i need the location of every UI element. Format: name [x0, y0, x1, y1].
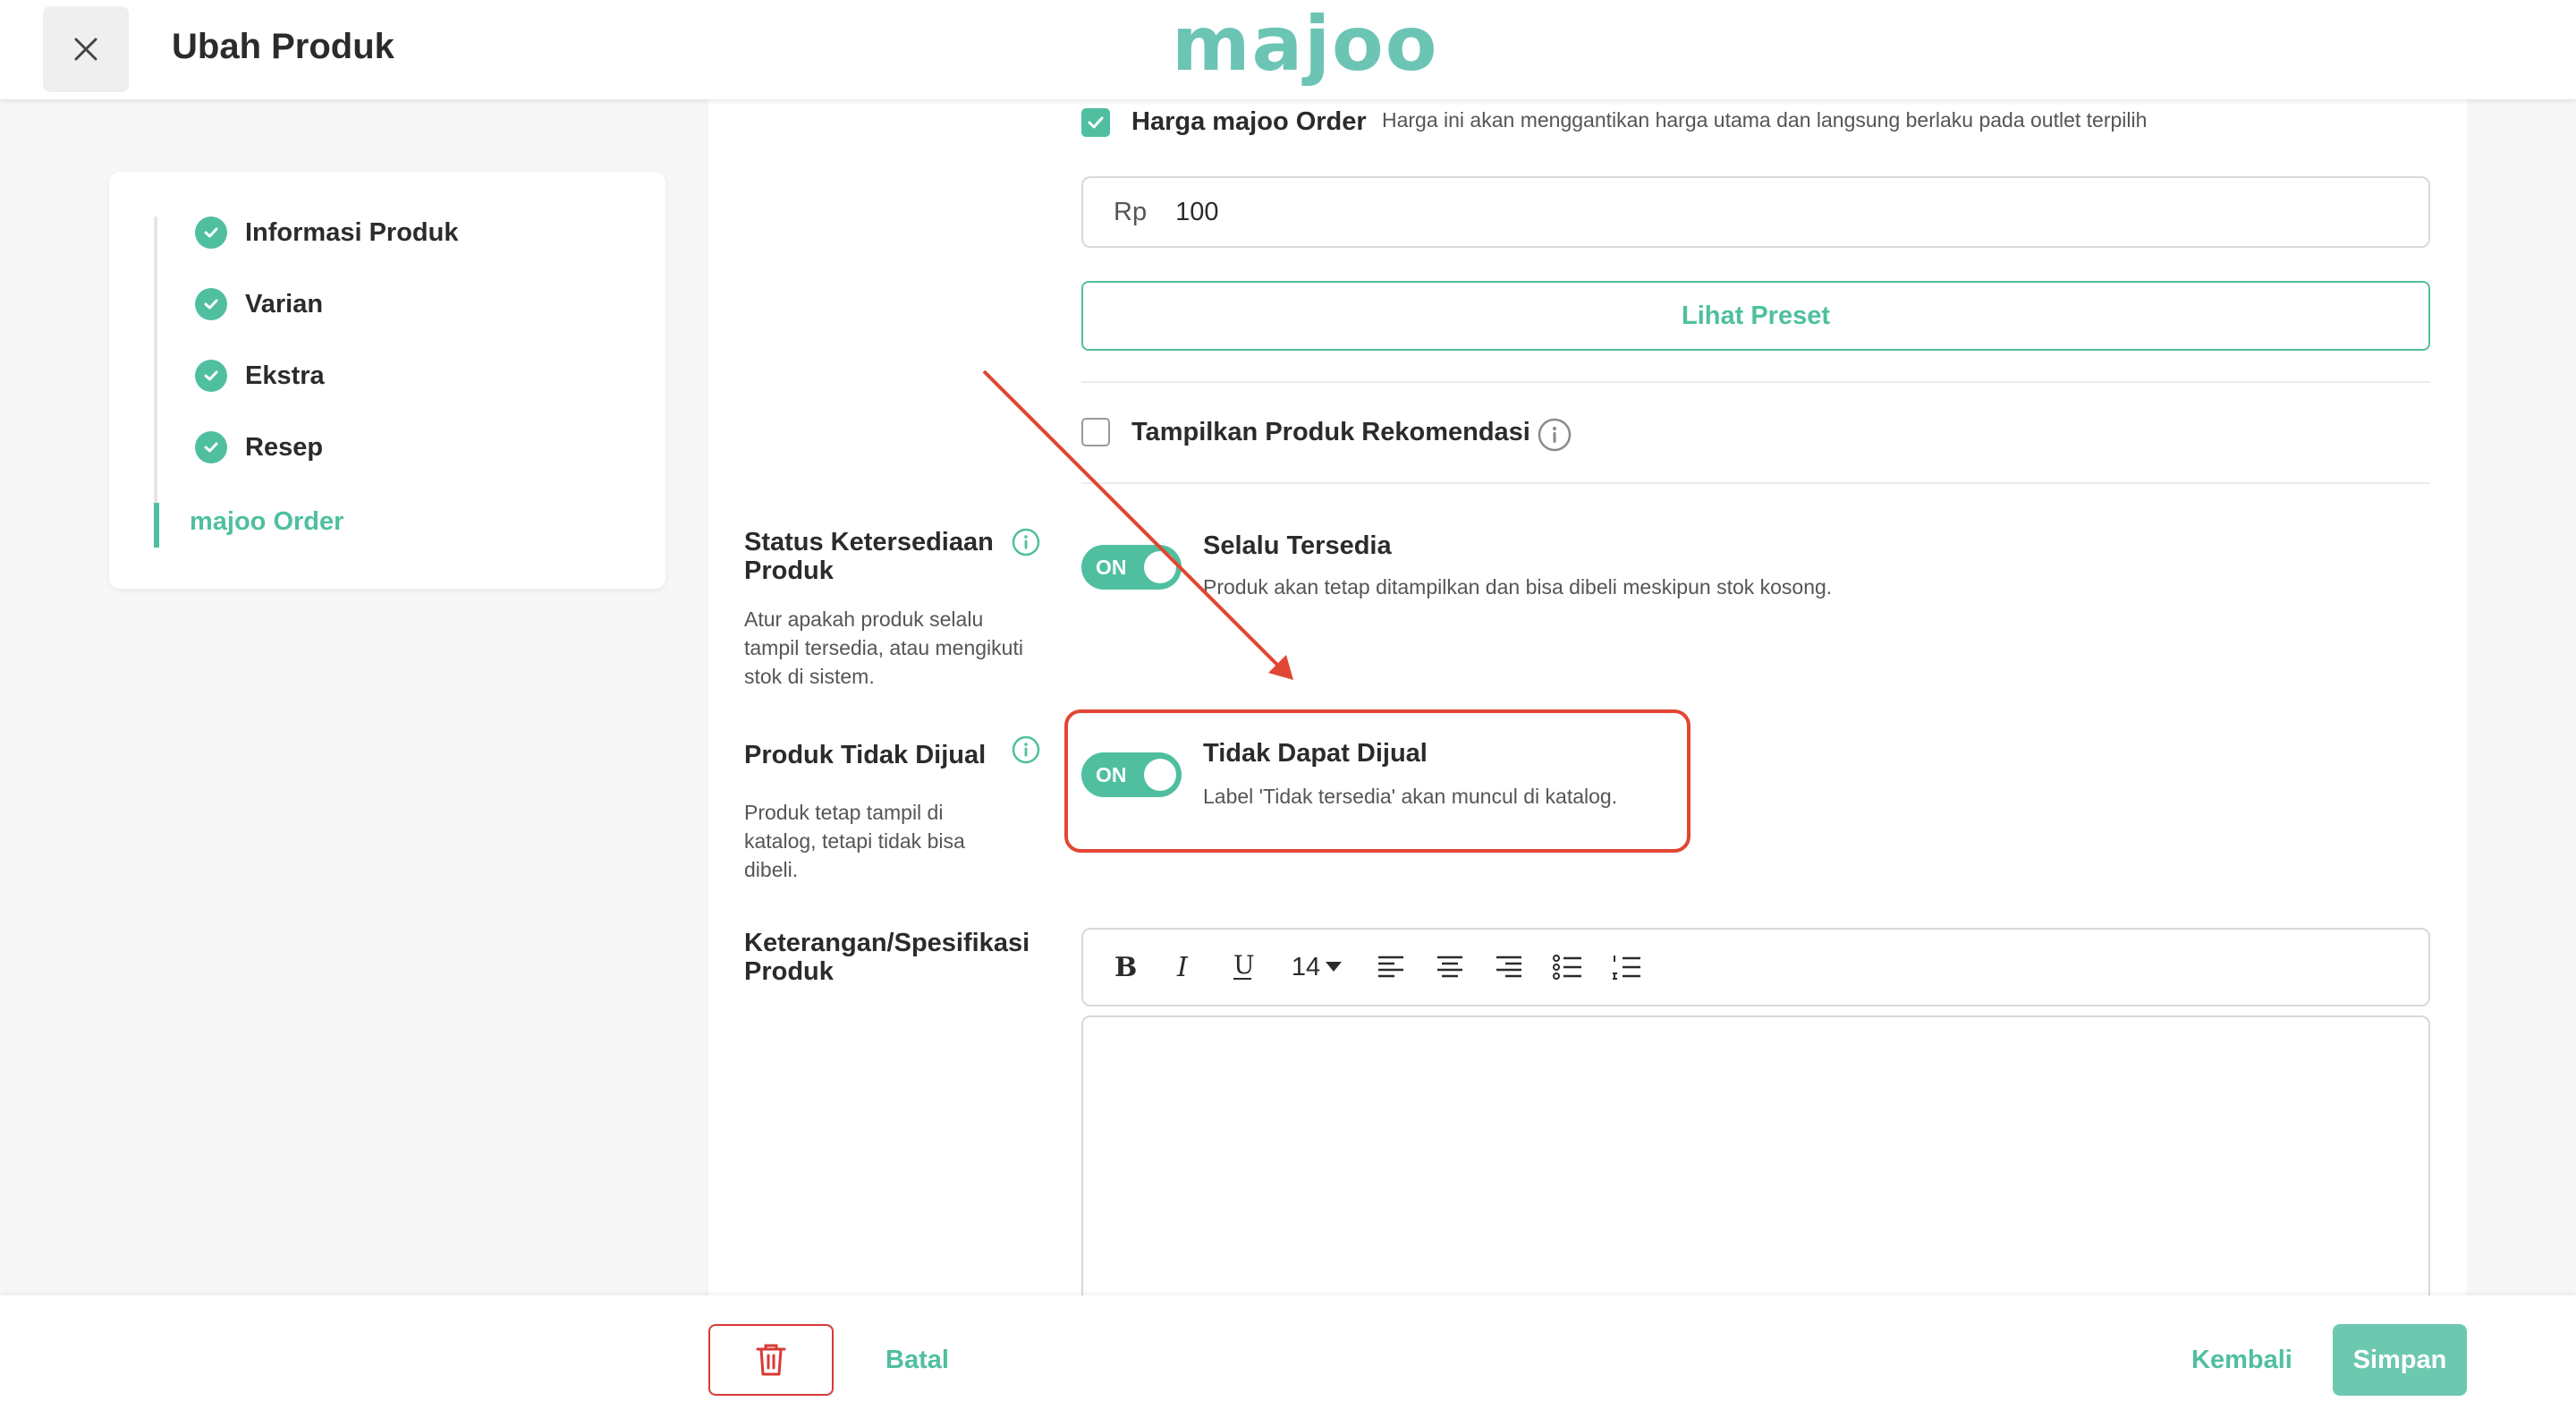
bold-button[interactable]: B: [1108, 951, 1140, 983]
close-button[interactable]: [43, 6, 129, 92]
step-label: Informasi Produk: [245, 217, 459, 247]
not-for-sale-toggle[interactable]: ON: [1081, 752, 1182, 797]
info-icon[interactable]: [1012, 528, 1040, 556]
steps-card: Informasi Produk Varian Ekstra Resep maj…: [109, 172, 665, 589]
align-right-icon: [1496, 956, 1521, 978]
svg-text:I: I: [1176, 954, 1189, 981]
align-left-icon: [1378, 956, 1403, 978]
align-center-button[interactable]: [1434, 951, 1466, 983]
underline-button[interactable]: U: [1226, 951, 1258, 983]
align-right-button[interactable]: [1493, 951, 1525, 983]
info-icon[interactable]: [1012, 735, 1040, 764]
divider: [1081, 381, 2430, 383]
svg-text:B: B: [1114, 954, 1137, 981]
availability-toggle[interactable]: ON: [1081, 545, 1182, 590]
delete-button[interactable]: [708, 1324, 834, 1396]
toggle-on-label: ON: [1096, 762, 1127, 786]
trash-icon: [756, 1344, 786, 1376]
cancel-button[interactable]: Batal: [886, 1346, 949, 1375]
step-label: Varian: [245, 289, 324, 319]
caret-down-icon: [1326, 962, 1343, 972]
numbered-list-icon: [1613, 956, 1640, 980]
check-circle-icon: [195, 360, 227, 392]
numbered-list-button[interactable]: [1611, 951, 1643, 983]
step-majoo-order[interactable]: majoo Order: [190, 507, 343, 537]
bullet-list-icon: [1553, 955, 1581, 980]
step-informasi-produk[interactable]: Informasi Produk: [195, 217, 459, 249]
not-for-sale-option-desc: Label 'Tidak tersedia' akan muncul di ka…: [1203, 785, 1618, 808]
align-center-icon: [1437, 956, 1462, 978]
toggle-on-label: ON: [1096, 555, 1127, 579]
check-circle-icon: [195, 288, 227, 320]
step-resep[interactable]: Resep: [195, 431, 323, 463]
harga-majoo-order-note: Harga ini akan menggantikan harga utama …: [1382, 108, 2148, 132]
harga-majoo-order-checkbox[interactable]: [1081, 108, 1110, 137]
italic-button[interactable]: I: [1167, 951, 1199, 983]
divider: [1081, 482, 2430, 484]
availability-description: Atur apakah produk selalu tampil tersedi…: [744, 607, 1023, 688]
top-header: Ubah Produk majoo: [0, 0, 2576, 99]
bold-icon: B: [1114, 954, 1137, 981]
price-value: 100: [1175, 197, 1219, 226]
not-for-sale-description: Produk tetap tampil di katalog, tetapi t…: [744, 801, 965, 881]
italic-icon: I: [1176, 954, 1189, 981]
step-label: Ekstra: [245, 361, 325, 390]
align-left-button[interactable]: [1375, 951, 1407, 983]
not-for-sale-title: Produk Tidak Dijual: [744, 741, 987, 769]
toggle-knob: [1144, 759, 1176, 791]
rekomendasi-label: Tampilkan Produk Rekomendasi: [1131, 418, 1530, 446]
majoo-logo: majoo: [1172, 0, 1439, 88]
font-size-value: 14: [1291, 952, 1321, 981]
availability-option-title: Selalu Tersedia: [1203, 531, 1392, 560]
step-ekstra[interactable]: Ekstra: [195, 360, 325, 392]
info-icon[interactable]: [1538, 418, 1572, 452]
bullet-list-button[interactable]: [1552, 951, 1584, 983]
harga-majoo-order-label: Harga majoo Order: [1131, 107, 1367, 136]
not-for-sale-option-title: Tidak Dapat Dijual: [1203, 739, 1428, 768]
underline-icon: U: [1233, 952, 1255, 980]
price-input[interactable]: Rp 100: [1081, 176, 2430, 248]
page-title: Ubah Produk: [172, 27, 394, 66]
steps-line: [154, 217, 157, 548]
step-label: Resep: [245, 432, 324, 462]
currency-prefix: Rp: [1114, 197, 1148, 226]
specification-title: Keterangan/Spesifikasi Produk: [744, 929, 1030, 986]
checkmark-icon: [1088, 116, 1104, 129]
footer-bar: Batal Kembali Simpan: [0, 1295, 2576, 1410]
availability-option-desc: Produk akan tetap ditampilkan dan bisa d…: [1203, 575, 1833, 599]
steps-active-indicator: [154, 503, 159, 548]
toggle-knob: [1144, 551, 1176, 583]
font-size-select[interactable]: 14: [1285, 951, 1348, 983]
step-varian[interactable]: Varian: [195, 288, 323, 320]
step-label: majoo Order: [190, 507, 344, 536]
rekomendasi-checkbox[interactable]: [1081, 418, 1110, 446]
svg-text:U: U: [1233, 952, 1255, 980]
close-icon: [74, 38, 97, 61]
back-button[interactable]: Kembali: [2191, 1346, 2292, 1375]
specification-editor[interactable]: [1081, 1015, 2430, 1302]
check-circle-icon: [195, 217, 227, 249]
check-circle-icon: [195, 431, 227, 463]
availability-title: Status Ketersediaan Produk: [744, 528, 994, 585]
rich-text-toolbar: B I U 14: [1081, 928, 2430, 1007]
save-button[interactable]: Simpan: [2333, 1324, 2467, 1396]
lihat-preset-button[interactable]: Lihat Preset: [1081, 281, 2430, 351]
